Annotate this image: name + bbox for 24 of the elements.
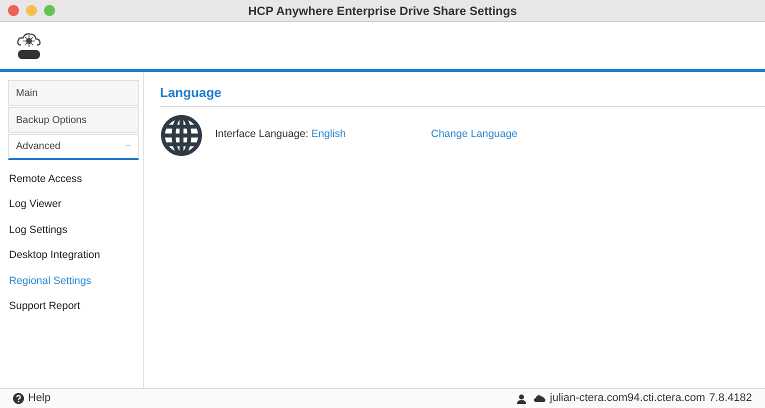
cloud-logo-icon <box>15 30 43 60</box>
sidebar-item[interactable]: Regional Settings <box>8 269 139 294</box>
section-heading: Language <box>160 83 765 106</box>
globe-icon <box>160 114 203 156</box>
sidebar-item[interactable]: Log Viewer <box>8 192 139 218</box>
window-title: HCP Anywhere Enterprise Drive Share Settings <box>248 2 517 20</box>
version-number: 7.8.4182 <box>709 391 752 406</box>
cloud-icon <box>534 395 546 402</box>
sidebar-section[interactable]: Backup Options <box>8 107 139 133</box>
sidebar-item[interactable]: Remote Access <box>8 167 139 192</box>
minimize-button[interactable] <box>26 5 37 16</box>
sidebar-section[interactable]: Main <box>8 80 139 106</box>
sidebar-section[interactable]: Advanced − <box>8 134 139 160</box>
sidebar-item[interactable]: Desktop Integration <box>8 244 139 269</box>
close-button[interactable] <box>8 5 19 16</box>
server-name: julian-ctera.com94.cti.ctera.com <box>550 391 706 406</box>
user-icon <box>516 394 526 404</box>
sidebar-item[interactable]: Support Report <box>8 294 139 320</box>
help-button[interactable]: Help <box>13 390 51 407</box>
zoom-button[interactable] <box>44 5 55 16</box>
sidebar-item[interactable]: Log Settings <box>8 218 139 244</box>
change-language-link[interactable]: Change Language <box>431 127 518 143</box>
language-label: Interface Language: English <box>215 127 347 142</box>
help-icon <box>13 393 24 404</box>
